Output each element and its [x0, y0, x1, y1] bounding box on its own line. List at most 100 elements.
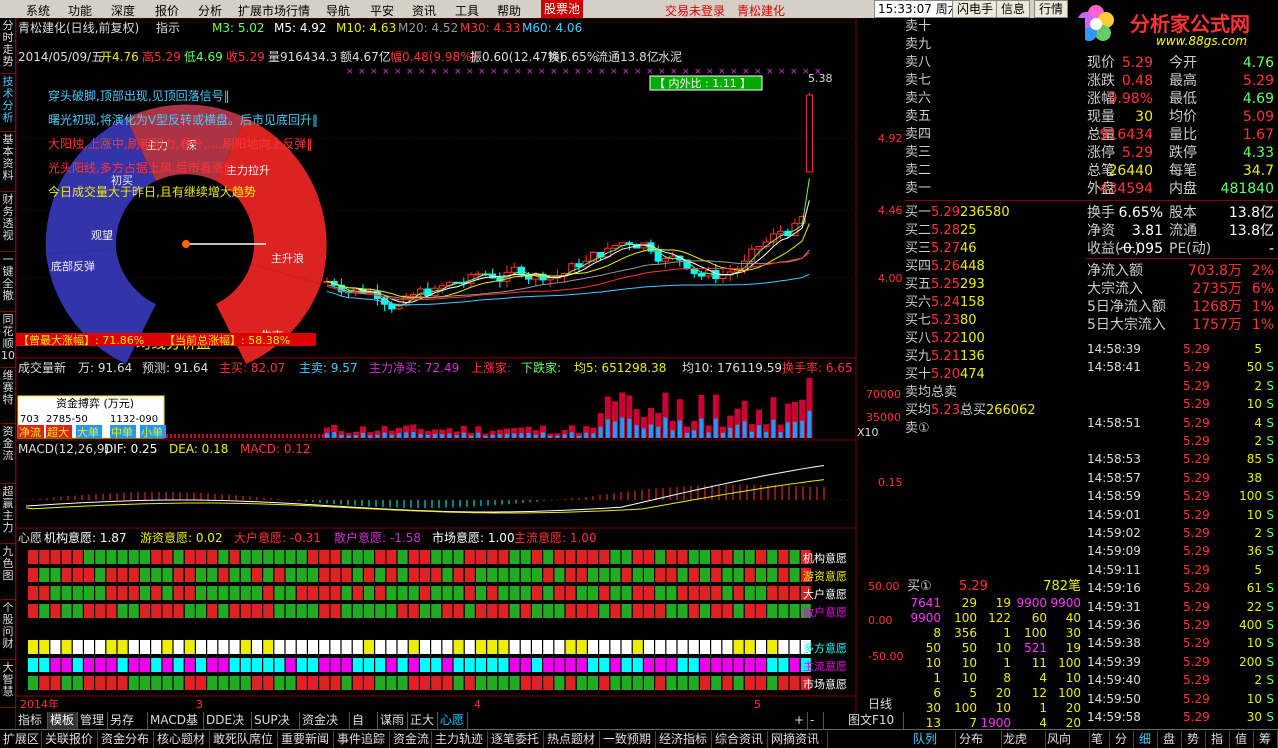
side-tab[interactable]: 笔 [1088, 731, 1110, 748]
left-nav-item[interactable]: 同花顺10 [1, 312, 15, 368]
bottom-tab[interactable]: 经济指标 [656, 731, 712, 748]
left-nav-item[interactable]: 基本资料 [1, 132, 15, 192]
left-nav-item[interactable]: 大智慧 [1, 660, 15, 708]
bottom-tab[interactable]: 主力轨迹 [432, 731, 488, 748]
bottom-tab[interactable]: 资金分布 [98, 731, 154, 748]
left-nav-item[interactable]: 资金流 [1, 424, 15, 484]
flash-trade-button[interactable]: 闪电手 [952, 0, 999, 18]
indicator-tab[interactable]: MACD基本 [148, 712, 204, 743]
bid-row[interactable]: 买六5.24158 [905, 294, 1085, 312]
menu-item-quote[interactable]: 报价 [155, 2, 179, 19]
tick-row[interactable]: 14:59:09 5.29 36 S [1085, 542, 1278, 560]
tick-row[interactable]: 14:59:01 5.29 10 S [1085, 506, 1278, 524]
tick-row[interactable]: 14:59:50 5.29 10 S [1085, 690, 1278, 708]
indicator-tab[interactable]: 心愿 [438, 712, 468, 729]
menu-item-stock-pool[interactable]: 股票池 [541, 0, 584, 18]
bid-row[interactable]: 买五5.25293 [905, 276, 1085, 294]
menu-item-news[interactable]: 资讯 [412, 2, 436, 19]
bottom-tab[interactable]: 逐笔委托 [488, 731, 544, 748]
bottom-tab[interactable]: 资金流 [390, 731, 432, 748]
tick-row[interactable]: 14:59:02 5.29 2 S [1085, 524, 1278, 542]
bottom-tab[interactable]: 关联报价 [42, 731, 98, 748]
menu-item-depth[interactable]: 深度 [111, 2, 135, 19]
indicator-tab[interactable]: DDE决策 [204, 712, 252, 743]
tick-list[interactable]: 14:58:39 5.29 5 14:58:41 5.29 50 S 5.29 2 S 5.29 10… [1085, 340, 1278, 730]
indicator-tab[interactable]: 另存为 [108, 712, 148, 743]
bottom-tab[interactable]: 一致预期 [600, 731, 656, 748]
left-nav-item[interactable]: 超赢主力 [1, 484, 15, 544]
indicator-tab[interactable]: SUP决策 [252, 712, 300, 743]
left-nav-item[interactable]: 财务透视 [1, 192, 15, 252]
left-nav-item[interactable]: 维赛特 [1, 368, 15, 424]
side-tab[interactable]: 筹 [1256, 731, 1278, 748]
ask-row[interactable]: 卖六 [905, 90, 1085, 108]
zoom-in-button[interactable]: + [792, 712, 808, 729]
side-tab[interactable]: 队列 [910, 731, 956, 748]
bid-row[interactable]: 买三5.2746 [905, 240, 1085, 258]
menu-item-pingan[interactable]: 平安 [370, 2, 394, 19]
indicator-tab[interactable]: 管理 [78, 712, 108, 729]
main-chart[interactable]: 青松建化(日线,前复权) 指示 M3: 5.02 M5: 4.92 M10: 4.63 M… [16, 18, 905, 712]
ask-row[interactable]: 卖十 [905, 18, 1085, 36]
indicator-tab[interactable]: 指标 [16, 712, 48, 729]
tick-row[interactable]: 14:59:36 5.29 400 S [1085, 616, 1278, 634]
bid-row[interactable]: 买八5.22100 [905, 330, 1085, 348]
tick-row[interactable]: 5.29 10 S [1085, 395, 1278, 413]
bottom-tab[interactable]: 重要新闻 [278, 731, 334, 748]
side-tab[interactable]: 盘 [1160, 731, 1182, 748]
indicator-label[interactable]: 指示 [156, 20, 180, 35]
bottom-tab[interactable]: 热点题材 [544, 731, 600, 748]
tick-row[interactable]: 14:59:31 5.29 22 S [1085, 598, 1278, 616]
bottom-tab[interactable]: 核心题材 [154, 731, 210, 748]
left-nav-item[interactable]: 一键全撤 [1, 252, 15, 312]
side-tab[interactable]: 风向 [1044, 731, 1090, 748]
left-nav-item[interactable]: 九色图 [1, 544, 15, 600]
menu-item-nav[interactable]: 导航 [326, 2, 350, 19]
tick-row[interactable]: 14:59:40 5.29 2 S [1085, 671, 1278, 689]
ask-row[interactable]: 卖九 [905, 36, 1085, 54]
tick-row[interactable]: 5.29 2 S [1085, 377, 1278, 395]
ask-row[interactable]: 卖一 [905, 180, 1085, 198]
menu-item-system[interactable]: 系统 [26, 2, 50, 19]
tick-row[interactable]: 14:59:16 5.29 61 S [1085, 579, 1278, 597]
side-tab[interactable]: 细 [1136, 731, 1158, 748]
menu-item-help[interactable]: 帮助 [497, 2, 521, 19]
tick-row[interactable]: 14:59:38 5.29 10 S [1085, 634, 1278, 652]
ask-row[interactable]: 卖四 [905, 126, 1085, 144]
bottom-tab[interactable]: 网摘资讯 [768, 731, 828, 748]
tick-row[interactable]: 14:58:41 5.29 50 S [1085, 358, 1278, 376]
tick-row[interactable]: 14:59:11 5.29 5 [1085, 561, 1278, 579]
bottom-tab[interactable]: 事件追踪 [334, 731, 390, 748]
menu-item-ext-market[interactable]: 扩展市场行情 [238, 2, 310, 19]
bottom-tab[interactable]: 敢死队席位 [210, 731, 278, 748]
tick-row[interactable]: 14:58:51 5.29 4 S [1085, 414, 1278, 432]
bottom-tab[interactable]: 扩展区 [0, 731, 42, 748]
indicator-tab[interactable]: 模板 [48, 712, 78, 729]
tick-row[interactable]: 5.29 2 S [1085, 432, 1278, 450]
indicator-tab[interactable]: 谋雨 [378, 712, 408, 729]
side-tab[interactable]: 分 [1112, 731, 1134, 748]
side-tab[interactable]: 指 [1208, 731, 1230, 748]
tick-row[interactable]: 14:58:57 5.29 38 [1085, 469, 1278, 487]
tick-row[interactable]: 14:58:53 5.29 85 S [1085, 450, 1278, 468]
left-nav-item[interactable]: 分时走势 [1, 18, 15, 74]
ask-row[interactable]: 卖八 [905, 54, 1085, 72]
ask-row[interactable]: 卖三 [905, 144, 1085, 162]
trade-login-notice[interactable]: 交易未登录 [665, 2, 725, 19]
side-tab[interactable]: 值 [1232, 731, 1254, 748]
period-label[interactable]: 日线 [868, 697, 892, 711]
side-tab[interactable]: 龙虎 [1000, 731, 1046, 748]
indicator-tab[interactable]: 资金决策 [300, 712, 350, 743]
bid-row[interactable]: 买四5.26448 [905, 258, 1085, 276]
bid-row[interactable]: 买九5.21136 [905, 348, 1085, 366]
tick-row[interactable]: 14:59:58 5.29 30 S [1085, 708, 1278, 726]
menu-item-function[interactable]: 功能 [68, 2, 92, 19]
tick-row[interactable]: 14:59:39 5.29 200 S [1085, 653, 1278, 671]
bid-row[interactable]: 买二5.2825 [905, 222, 1085, 240]
tick-row[interactable]: 14:58:59 5.29 100 S [1085, 487, 1278, 505]
info-button[interactable]: 信息 [996, 0, 1031, 18]
bid-row[interactable]: 买一5.29236580 [905, 204, 1085, 222]
ask-row[interactable]: 卖五 [905, 108, 1085, 126]
f10-button[interactable]: 图文F10 [846, 712, 904, 729]
bottom-tab[interactable]: 综合资讯 [712, 731, 768, 748]
